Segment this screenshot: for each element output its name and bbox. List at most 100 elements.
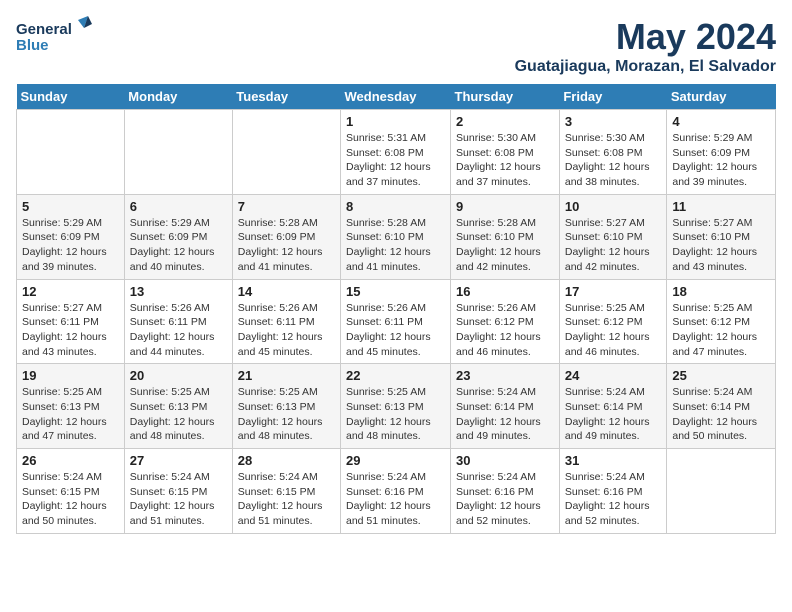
day-number: 5: [22, 199, 119, 214]
weekday-monday: Monday: [124, 84, 232, 110]
day-number: 24: [565, 368, 662, 383]
table-row: 18Sunrise: 5:25 AMSunset: 6:12 PMDayligh…: [667, 279, 776, 364]
location-title: Guatajiagua, Morazan, El Salvador: [515, 58, 776, 76]
day-number: 8: [346, 199, 445, 214]
day-number: 1: [346, 114, 445, 129]
table-row: [124, 110, 232, 195]
calendar-body: 1 Sunrise: 5:31 AMSunset: 6:08 PMDaylight…: [17, 110, 776, 534]
weekday-wednesday: Wednesday: [341, 84, 451, 110]
day-info: Sunrise: 5:27 AMSunset: 6:10 PMDaylight:…: [672, 216, 770, 275]
day-info: Sunrise: 5:28 AMSunset: 6:10 PMDaylight:…: [456, 216, 554, 275]
day-number: 16: [456, 284, 554, 299]
table-row: 29 Sunrise: 5:24 AMSunset: 6:16 PMDayligh…: [341, 449, 451, 534]
table-row: 12 Sunrise: 5:27 AMSunset: 6:11 PMDayligh…: [17, 279, 125, 364]
day-info: Sunrise: 5:30 AMSunset: 6:08 PMDaylight:…: [565, 131, 662, 190]
day-number: 4: [672, 114, 770, 129]
day-info: Sunrise: 5:24 AMSunset: 6:14 PMDaylight:…: [565, 385, 662, 444]
day-number: 2: [456, 114, 554, 129]
day-number: 10: [565, 199, 662, 214]
title-block: May 2024 Guatajiagua, Morazan, El Salvad…: [515, 16, 776, 76]
table-row: 31 Sunrise: 5:24 AMSunset: 6:16 PMDayligh…: [559, 449, 667, 534]
weekday-friday: Friday: [559, 84, 667, 110]
day-number: 27: [130, 453, 227, 468]
table-row: [667, 449, 776, 534]
table-row: 25 Sunrise: 5:24 AMSunset: 6:14 PMDayligh…: [667, 364, 776, 449]
table-row: 17 Sunrise: 5:25 AMSunset: 6:12 PMDayligh…: [559, 279, 667, 364]
day-number: 6: [130, 199, 227, 214]
day-number: 25: [672, 368, 770, 383]
day-info: Sunrise: 5:30 AMSunset: 6:08 PMDaylight:…: [456, 131, 554, 190]
day-number: 26: [22, 453, 119, 468]
table-row: 26 Sunrise: 5:24 AMSunset: 6:15 PMDayligh…: [17, 449, 125, 534]
table-row: 6 Sunrise: 5:29 AMSunset: 6:09 PMDaylight…: [124, 194, 232, 279]
table-row: 28 Sunrise: 5:24 AMSunset: 6:15 PMDayligh…: [232, 449, 340, 534]
day-info: Sunrise: 5:26 AMSunset: 6:12 PMDaylight:…: [456, 301, 554, 360]
svg-text:Blue: Blue: [16, 37, 49, 54]
day-info: Sunrise: 5:24 AMSunset: 6:15 PMDaylight:…: [22, 470, 119, 529]
table-row: 15 Sunrise: 5:26 AMSunset: 6:11 PMDayligh…: [341, 279, 451, 364]
day-number: 11: [672, 199, 770, 214]
day-info: Sunrise: 5:26 AMSunset: 6:11 PMDaylight:…: [130, 301, 227, 360]
weekday-thursday: Thursday: [451, 84, 560, 110]
table-row: [17, 110, 125, 195]
day-number: 9: [456, 199, 554, 214]
day-number: 17: [565, 284, 662, 299]
table-row: 16 Sunrise: 5:26 AMSunset: 6:12 PMDayligh…: [451, 279, 560, 364]
day-number: 18: [672, 284, 770, 299]
table-row: 5 Sunrise: 5:29 AMSunset: 6:09 PMDaylight…: [17, 194, 125, 279]
day-number: 22: [346, 368, 445, 383]
day-info: Sunrise: 5:24 AMSunset: 6:14 PMDaylight:…: [672, 385, 770, 444]
day-number: 12: [22, 284, 119, 299]
day-info: Sunrise: 5:24 AMSunset: 6:16 PMDaylight:…: [346, 470, 445, 529]
calendar-header: Sunday Monday Tuesday Wednesday Thursday…: [17, 84, 776, 110]
day-info: Sunrise: 5:28 AMSunset: 6:09 PMDaylight:…: [238, 216, 335, 275]
table-row: 27 Sunrise: 5:24 AMSunset: 6:15 PMDayligh…: [124, 449, 232, 534]
day-info: Sunrise: 5:31 AMSunset: 6:08 PMDaylight:…: [346, 131, 445, 190]
calendar-table: Sunday Monday Tuesday Wednesday Thursday…: [16, 84, 776, 534]
table-row: 3 Sunrise: 5:30 AMSunset: 6:08 PMDaylight…: [559, 110, 667, 195]
month-title: May 2024: [515, 16, 776, 58]
day-number: 15: [346, 284, 445, 299]
table-row: 20 Sunrise: 5:25 AMSunset: 6:13 PMDayligh…: [124, 364, 232, 449]
day-number: 29: [346, 453, 445, 468]
day-number: 28: [238, 453, 335, 468]
table-row: 2 Sunrise: 5:30 AMSunset: 6:08 PMDaylight…: [451, 110, 560, 195]
day-info: Sunrise: 5:27 AMSunset: 6:11 PMDaylight:…: [22, 301, 119, 360]
day-info: Sunrise: 5:24 AMSunset: 6:16 PMDaylight:…: [565, 470, 662, 529]
day-info: Sunrise: 5:29 AMSunset: 6:09 PMDaylight:…: [130, 216, 227, 275]
day-info: Sunrise: 5:24 AMSunset: 6:16 PMDaylight:…: [456, 470, 554, 529]
day-info: Sunrise: 5:25 AMSunset: 6:13 PMDaylight:…: [130, 385, 227, 444]
table-row: 8 Sunrise: 5:28 AMSunset: 6:10 PMDaylight…: [341, 194, 451, 279]
day-number: 31: [565, 453, 662, 468]
weekday-sunday: Sunday: [17, 84, 125, 110]
day-info: Sunrise: 5:29 AMSunset: 6:09 PMDaylight:…: [672, 131, 770, 190]
table-row: 21 Sunrise: 5:25 AMSunset: 6:13 PMDayligh…: [232, 364, 340, 449]
day-number: 30: [456, 453, 554, 468]
table-row: 22 Sunrise: 5:25 AMSunset: 6:13 PMDayligh…: [341, 364, 451, 449]
table-row: 23Sunrise: 5:24 AMSunset: 6:14 PMDayligh…: [451, 364, 560, 449]
day-info: Sunrise: 5:24 AMSunset: 6:15 PMDaylight:…: [238, 470, 335, 529]
table-row: 10Sunrise: 5:27 AMSunset: 6:10 PMDayligh…: [559, 194, 667, 279]
day-number: 3: [565, 114, 662, 129]
day-number: 21: [238, 368, 335, 383]
table-row: 19Sunrise: 5:25 AMSunset: 6:13 PMDayligh…: [17, 364, 125, 449]
table-row: 30 Sunrise: 5:24 AMSunset: 6:16 PMDayligh…: [451, 449, 560, 534]
table-row: 4 Sunrise: 5:29 AMSunset: 6:09 PMDaylight…: [667, 110, 776, 195]
header: General Blue May 2024 Guatajiagua, Moraz…: [16, 16, 776, 76]
day-info: Sunrise: 5:25 AMSunset: 6:13 PMDaylight:…: [346, 385, 445, 444]
table-row: 14Sunrise: 5:26 AMSunset: 6:11 PMDayligh…: [232, 279, 340, 364]
day-info: Sunrise: 5:25 AMSunset: 6:12 PMDaylight:…: [565, 301, 662, 360]
day-info: Sunrise: 5:25 AMSunset: 6:13 PMDaylight:…: [238, 385, 335, 444]
table-row: 11 Sunrise: 5:27 AMSunset: 6:10 PMDayligh…: [667, 194, 776, 279]
day-number: 23: [456, 368, 554, 383]
day-number: 20: [130, 368, 227, 383]
table-row: 7Sunrise: 5:28 AMSunset: 6:09 PMDaylight…: [232, 194, 340, 279]
table-row: 13Sunrise: 5:26 AMSunset: 6:11 PMDayligh…: [124, 279, 232, 364]
day-info: Sunrise: 5:29 AMSunset: 6:09 PMDaylight:…: [22, 216, 119, 275]
day-info: Sunrise: 5:25 AMSunset: 6:13 PMDaylight:…: [22, 385, 119, 444]
day-info: Sunrise: 5:28 AMSunset: 6:10 PMDaylight:…: [346, 216, 445, 275]
day-info: Sunrise: 5:26 AMSunset: 6:11 PMDaylight:…: [346, 301, 445, 360]
table-row: [232, 110, 340, 195]
day-info: Sunrise: 5:24 AMSunset: 6:15 PMDaylight:…: [130, 470, 227, 529]
day-info: Sunrise: 5:26 AMSunset: 6:11 PMDaylight:…: [238, 301, 335, 360]
